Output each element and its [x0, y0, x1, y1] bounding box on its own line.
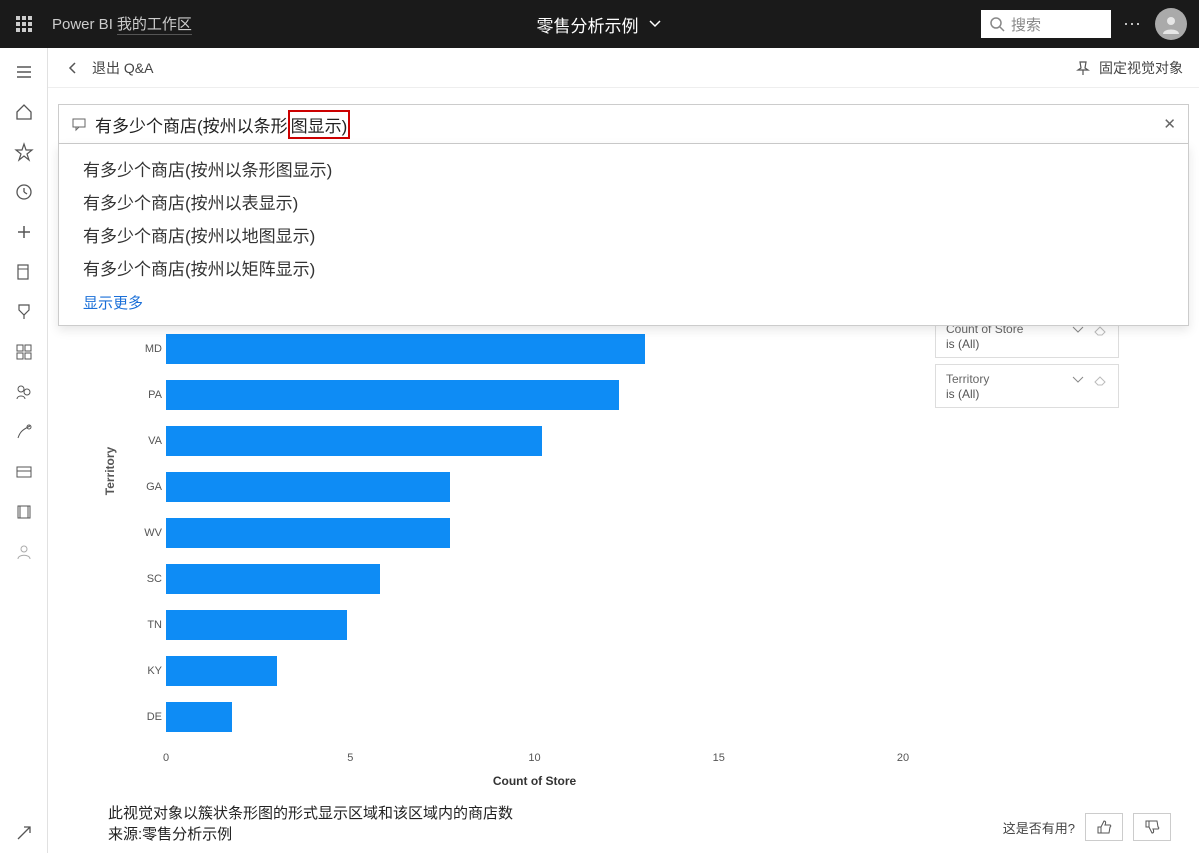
breadcrumb: 退出 Q&A 固定视觉对象: [48, 48, 1199, 88]
filter-value: is (All): [946, 387, 1108, 401]
close-icon[interactable]: ✕: [1163, 115, 1176, 133]
app-title: Power BI: [52, 16, 113, 33]
thumbs-down-button[interactable]: [1133, 813, 1171, 841]
qna-query-highlighted: 图显示): [288, 110, 351, 139]
bar-row: DE: [166, 702, 903, 732]
x-tick: 15: [713, 752, 725, 764]
nav-goals-icon[interactable]: [0, 292, 48, 332]
chevron-down-icon[interactable]: [1070, 371, 1086, 387]
app-launcher-icon[interactable]: [0, 0, 48, 48]
nav-learn-icon[interactable]: [0, 412, 48, 452]
bar-row: WV: [166, 518, 903, 548]
report-title-dropdown[interactable]: 零售分析示例: [537, 12, 663, 37]
bar[interactable]: [166, 610, 347, 640]
nav-expand-icon[interactable]: [0, 813, 48, 853]
feedback-prompt: 这是否有用?: [1003, 818, 1075, 837]
nav-create-icon[interactable]: [0, 212, 48, 252]
description-line1: 此视觉对象以簇状条形图的形式显示区域和该区域内的商店数: [108, 803, 513, 824]
qna-suggestion[interactable]: 有多少个商店(按州以矩阵显示): [59, 251, 1188, 284]
erase-icon[interactable]: [1092, 371, 1108, 387]
bar-row: SC: [166, 564, 903, 594]
qna-searchbox-wrap: 有多少个商店(按州以条形图显示) ✕ 有多少个商店(按州以条形图显示) 有多少个…: [58, 104, 1189, 326]
qna-suggestions-dropdown: 有多少个商店(按州以条形图显示) 有多少个商店(按州以表显示) 有多少个商店(按…: [58, 144, 1189, 326]
nav-menu-icon[interactable]: [0, 52, 48, 92]
back-icon[interactable]: [64, 59, 82, 77]
nav-home-icon[interactable]: [0, 92, 48, 132]
bar-row: KY: [166, 656, 903, 686]
bar-row: VA: [166, 426, 903, 456]
nav-shared-icon[interactable]: [0, 372, 48, 412]
category-label: DE: [136, 711, 162, 723]
bar-row: MD: [166, 334, 903, 364]
chevron-down-icon: [647, 16, 663, 32]
search-icon: [989, 16, 1005, 32]
bar-row: PA: [166, 380, 903, 410]
category-label: GA: [136, 481, 162, 493]
filter-title: Territory: [946, 372, 989, 386]
main-content: 退出 Q&A 固定视觉对象 有多少个商店(按州以条形图显示) ✕ 有多少个商店(…: [48, 48, 1199, 853]
x-tick: 0: [163, 752, 169, 764]
nav-browse-icon[interactable]: [0, 532, 48, 572]
nav-recent-icon[interactable]: [0, 172, 48, 212]
bar[interactable]: [166, 518, 450, 548]
thumbs-up-button[interactable]: [1085, 813, 1123, 841]
qna-suggestion[interactable]: 有多少个商店(按州以条形图显示): [59, 152, 1188, 185]
description-line2: 来源:零售分析示例: [108, 824, 513, 845]
category-label: WV: [136, 527, 162, 539]
filter-value: is (All): [946, 337, 1108, 351]
pin-visual-icon[interactable]: [1075, 60, 1091, 76]
x-tick: 20: [897, 752, 909, 764]
workspace-link[interactable]: 我的工作区: [117, 13, 192, 35]
nav-favorites-icon[interactable]: [0, 132, 48, 172]
qna-query-text: 有多少个商店(按州以条形: [95, 112, 288, 137]
x-tick: 5: [347, 752, 353, 764]
nav-workspaces-icon[interactable]: [0, 452, 48, 492]
left-nav: [0, 48, 48, 853]
category-label: MD: [136, 343, 162, 355]
nav-datasets-icon[interactable]: [0, 252, 48, 292]
bar[interactable]: [166, 472, 450, 502]
x-axis-label: Count of Store: [493, 774, 576, 788]
bar[interactable]: [166, 334, 645, 364]
y-axis-label: Territory: [103, 446, 117, 494]
pin-visual-label[interactable]: 固定视觉对象: [1099, 58, 1183, 78]
nav-myworkspace-icon[interactable]: [0, 492, 48, 532]
nav-apps-icon[interactable]: [0, 332, 48, 372]
search-placeholder: 搜索: [1011, 14, 1041, 35]
person-icon: [1161, 14, 1181, 34]
user-avatar[interactable]: [1155, 8, 1187, 40]
more-menu-icon[interactable]: ⋯: [1123, 14, 1143, 35]
qna-suggestion[interactable]: 有多少个商店(按州以表显示): [59, 185, 1188, 218]
bar[interactable]: [166, 656, 277, 686]
top-header: Power BI 我的工作区 零售分析示例 搜索 ⋯: [0, 0, 1199, 48]
visual-description: 此视觉对象以簇状条形图的形式显示区域和该区域内的商店数 来源:零售分析示例: [108, 803, 513, 845]
category-label: KY: [136, 665, 162, 677]
report-title: 零售分析示例: [537, 12, 639, 37]
chat-icon: [71, 116, 87, 132]
feedback-bar: 这是否有用?: [1003, 813, 1171, 841]
qna-suggestion[interactable]: 有多少个商店(按州以地图显示): [59, 218, 1188, 251]
x-tick: 10: [528, 752, 540, 764]
bar[interactable]: [166, 702, 232, 732]
category-label: PA: [136, 389, 162, 401]
qna-input[interactable]: 有多少个商店(按州以条形图显示) ✕: [58, 104, 1189, 144]
category-label: VA: [136, 435, 162, 447]
bar-row: GA: [166, 472, 903, 502]
bar[interactable]: [166, 564, 380, 594]
bar[interactable]: [166, 380, 619, 410]
bar-row: TN: [166, 610, 903, 640]
bar[interactable]: [166, 426, 542, 456]
search-input[interactable]: 搜索: [981, 10, 1111, 38]
category-label: SC: [136, 573, 162, 585]
qna-show-more[interactable]: 显示更多: [59, 284, 1188, 313]
x-axis-ticks: 05101520: [166, 752, 903, 772]
exit-qna-link[interactable]: 退出 Q&A: [92, 58, 153, 78]
category-label: TN: [136, 619, 162, 631]
filter-card-territory[interactable]: Territory is (All): [935, 364, 1119, 408]
